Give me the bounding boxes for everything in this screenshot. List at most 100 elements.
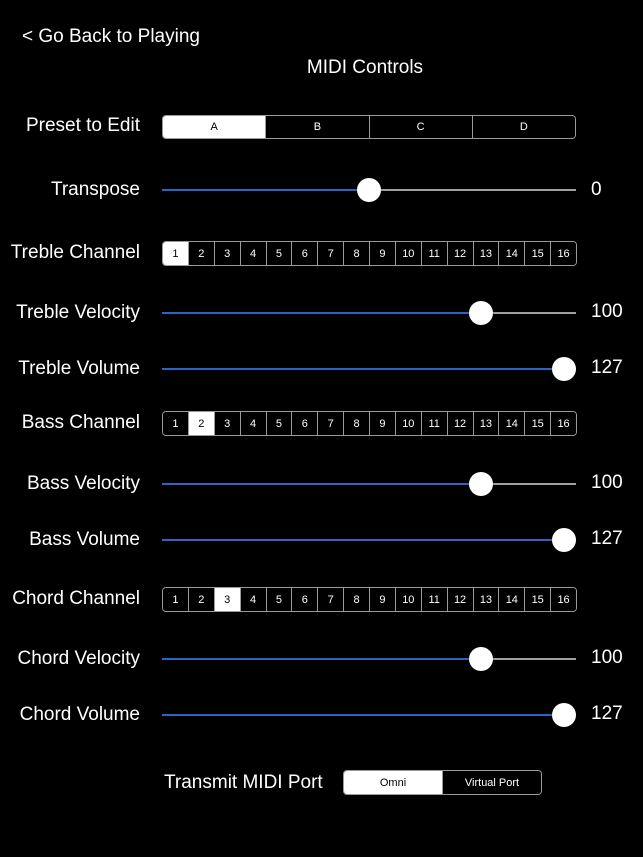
bass-channel-option-11[interactable]: 11 <box>420 412 447 435</box>
chord-channel-option-7[interactable]: 7 <box>317 588 344 611</box>
chord-channel-option-1[interactable]: 1 <box>163 588 188 611</box>
treble-channel-label: Treble Channel <box>10 242 140 263</box>
slider-thumb[interactable] <box>469 647 494 671</box>
preset-segmented-control[interactable]: ABCD <box>162 115 576 139</box>
bass-channel-selector[interactable]: 1 2 3 4 5 6 7 8 9 10 11 12 13 14 15 16 <box>162 411 577 436</box>
transpose-slider[interactable] <box>162 178 576 202</box>
slider-fill <box>162 483 482 485</box>
slider-thumb[interactable] <box>469 472 494 496</box>
treble-channel-option-10[interactable]: 10 <box>394 242 421 265</box>
chord-channel-option-2[interactable]: 2 <box>187 588 214 611</box>
chord-channel-option-11[interactable]: 11 <box>420 588 447 611</box>
treble-volume-value: 127 <box>591 357 623 378</box>
bass-volume-label: Bass Volume <box>29 529 140 550</box>
slider-fill <box>162 189 369 191</box>
treble-channel-option-1[interactable]: 1 <box>163 242 188 265</box>
bass-channel-option-3[interactable]: 3 <box>213 412 240 435</box>
treble-channel-option-12[interactable]: 12 <box>446 242 473 265</box>
chord-channel-option-15[interactable]: 15 <box>524 588 551 611</box>
transmit-port-selector[interactable]: Omni Virtual Port <box>343 770 542 795</box>
treble-channel-option-13[interactable]: 13 <box>472 242 499 265</box>
treble-channel-selector[interactable]: 1 2 3 4 5 6 7 8 9 10 11 12 13 14 15 16 <box>162 241 577 266</box>
treble-channel-option-9[interactable]: 9 <box>369 242 395 265</box>
chord-channel-option-12[interactable]: 12 <box>446 588 473 611</box>
chord-velocity-value: 100 <box>591 647 623 668</box>
treble-velocity-label: Treble Velocity <box>16 302 140 323</box>
chord-channel-label: Chord Channel <box>12 588 140 609</box>
chord-volume-value: 127 <box>591 703 623 724</box>
treble-channel-option-6[interactable]: 6 <box>291 242 318 265</box>
port-option-virtual-port[interactable]: Virtual Port <box>442 771 541 794</box>
treble-channel-option-3[interactable]: 3 <box>213 242 240 265</box>
bass-velocity-value: 100 <box>591 472 623 493</box>
treble-channel-option-11[interactable]: 11 <box>420 242 447 265</box>
bass-velocity-slider[interactable] <box>162 472 576 496</box>
transpose-value: 0 <box>591 179 602 200</box>
treble-channel-option-16[interactable]: 16 <box>550 242 576 265</box>
slider-thumb[interactable] <box>357 178 381 202</box>
back-to-playing-link[interactable]: < Go Back to Playing <box>22 26 200 48</box>
bass-channel-option-16[interactable]: 16 <box>550 412 576 435</box>
bass-channel-option-1[interactable]: 1 <box>163 412 188 435</box>
treble-velocity-slider[interactable] <box>162 301 576 325</box>
chord-channel-option-14[interactable]: 14 <box>498 588 525 611</box>
transpose-label: Transpose <box>50 179 140 200</box>
bass-channel-option-7[interactable]: 7 <box>317 412 344 435</box>
chord-channel-option-6[interactable]: 6 <box>291 588 318 611</box>
treble-channel-option-7[interactable]: 7 <box>317 242 344 265</box>
treble-channel-option-8[interactable]: 8 <box>343 242 369 265</box>
treble-channel-option-14[interactable]: 14 <box>498 242 525 265</box>
bass-channel-option-10[interactable]: 10 <box>394 412 421 435</box>
chord-channel-option-5[interactable]: 5 <box>265 588 292 611</box>
slider-fill <box>162 368 564 370</box>
treble-channel-option-2[interactable]: 2 <box>187 242 214 265</box>
slider-fill <box>162 658 482 660</box>
slider-fill <box>162 714 564 716</box>
transmit-port-label: Transmit MIDI Port <box>164 772 323 793</box>
treble-velocity-value: 100 <box>591 301 623 322</box>
slider-thumb[interactable] <box>552 357 576 381</box>
treble-channel-option-5[interactable]: 5 <box>265 242 292 265</box>
slider-thumb[interactable] <box>552 703 576 727</box>
treble-volume-label: Treble Volume <box>18 358 140 379</box>
chord-channel-option-9[interactable]: 9 <box>369 588 395 611</box>
bass-channel-option-4[interactable]: 4 <box>239 412 266 435</box>
slider-fill <box>162 539 564 541</box>
bass-volume-value: 127 <box>591 528 623 549</box>
bass-channel-option-2[interactable]: 2 <box>187 412 214 435</box>
chord-channel-option-3[interactable]: 3 <box>213 588 240 611</box>
preset-option-c[interactable]: C <box>368 116 472 138</box>
chord-volume-label: Chord Volume <box>19 704 140 725</box>
chord-channel-option-16[interactable]: 16 <box>550 588 576 611</box>
treble-volume-slider[interactable] <box>162 357 576 381</box>
page-title: MIDI Controls <box>306 57 424 78</box>
port-option-omni[interactable]: Omni <box>344 771 442 794</box>
bass-channel-option-13[interactable]: 13 <box>472 412 499 435</box>
preset-option-a[interactable]: A <box>163 116 266 138</box>
preset-label: Preset to Edit <box>25 115 140 136</box>
chord-channel-option-10[interactable]: 10 <box>394 588 421 611</box>
chord-velocity-label: Chord Velocity <box>17 648 140 669</box>
bass-channel-label: Bass Channel <box>21 412 140 433</box>
preset-option-d[interactable]: D <box>471 116 575 138</box>
chord-volume-slider[interactable] <box>162 703 576 727</box>
slider-fill <box>162 312 482 314</box>
bass-volume-slider[interactable] <box>162 528 576 552</box>
bass-channel-option-9[interactable]: 9 <box>369 412 395 435</box>
treble-channel-option-15[interactable]: 15 <box>524 242 551 265</box>
bass-channel-option-6[interactable]: 6 <box>291 412 318 435</box>
bass-channel-option-8[interactable]: 8 <box>343 412 369 435</box>
chord-channel-selector[interactable]: 1 2 3 4 5 6 7 8 9 10 11 12 13 14 15 16 <box>162 587 577 612</box>
slider-thumb[interactable] <box>469 301 494 325</box>
bass-channel-option-5[interactable]: 5 <box>265 412 292 435</box>
chord-channel-option-13[interactable]: 13 <box>472 588 499 611</box>
treble-channel-option-4[interactable]: 4 <box>239 242 266 265</box>
chord-channel-option-8[interactable]: 8 <box>343 588 369 611</box>
chord-channel-option-4[interactable]: 4 <box>239 588 266 611</box>
chord-velocity-slider[interactable] <box>162 647 576 671</box>
bass-channel-option-14[interactable]: 14 <box>498 412 525 435</box>
bass-channel-option-12[interactable]: 12 <box>446 412 473 435</box>
preset-option-b[interactable]: B <box>265 116 369 138</box>
bass-channel-option-15[interactable]: 15 <box>524 412 551 435</box>
slider-thumb[interactable] <box>552 528 576 552</box>
